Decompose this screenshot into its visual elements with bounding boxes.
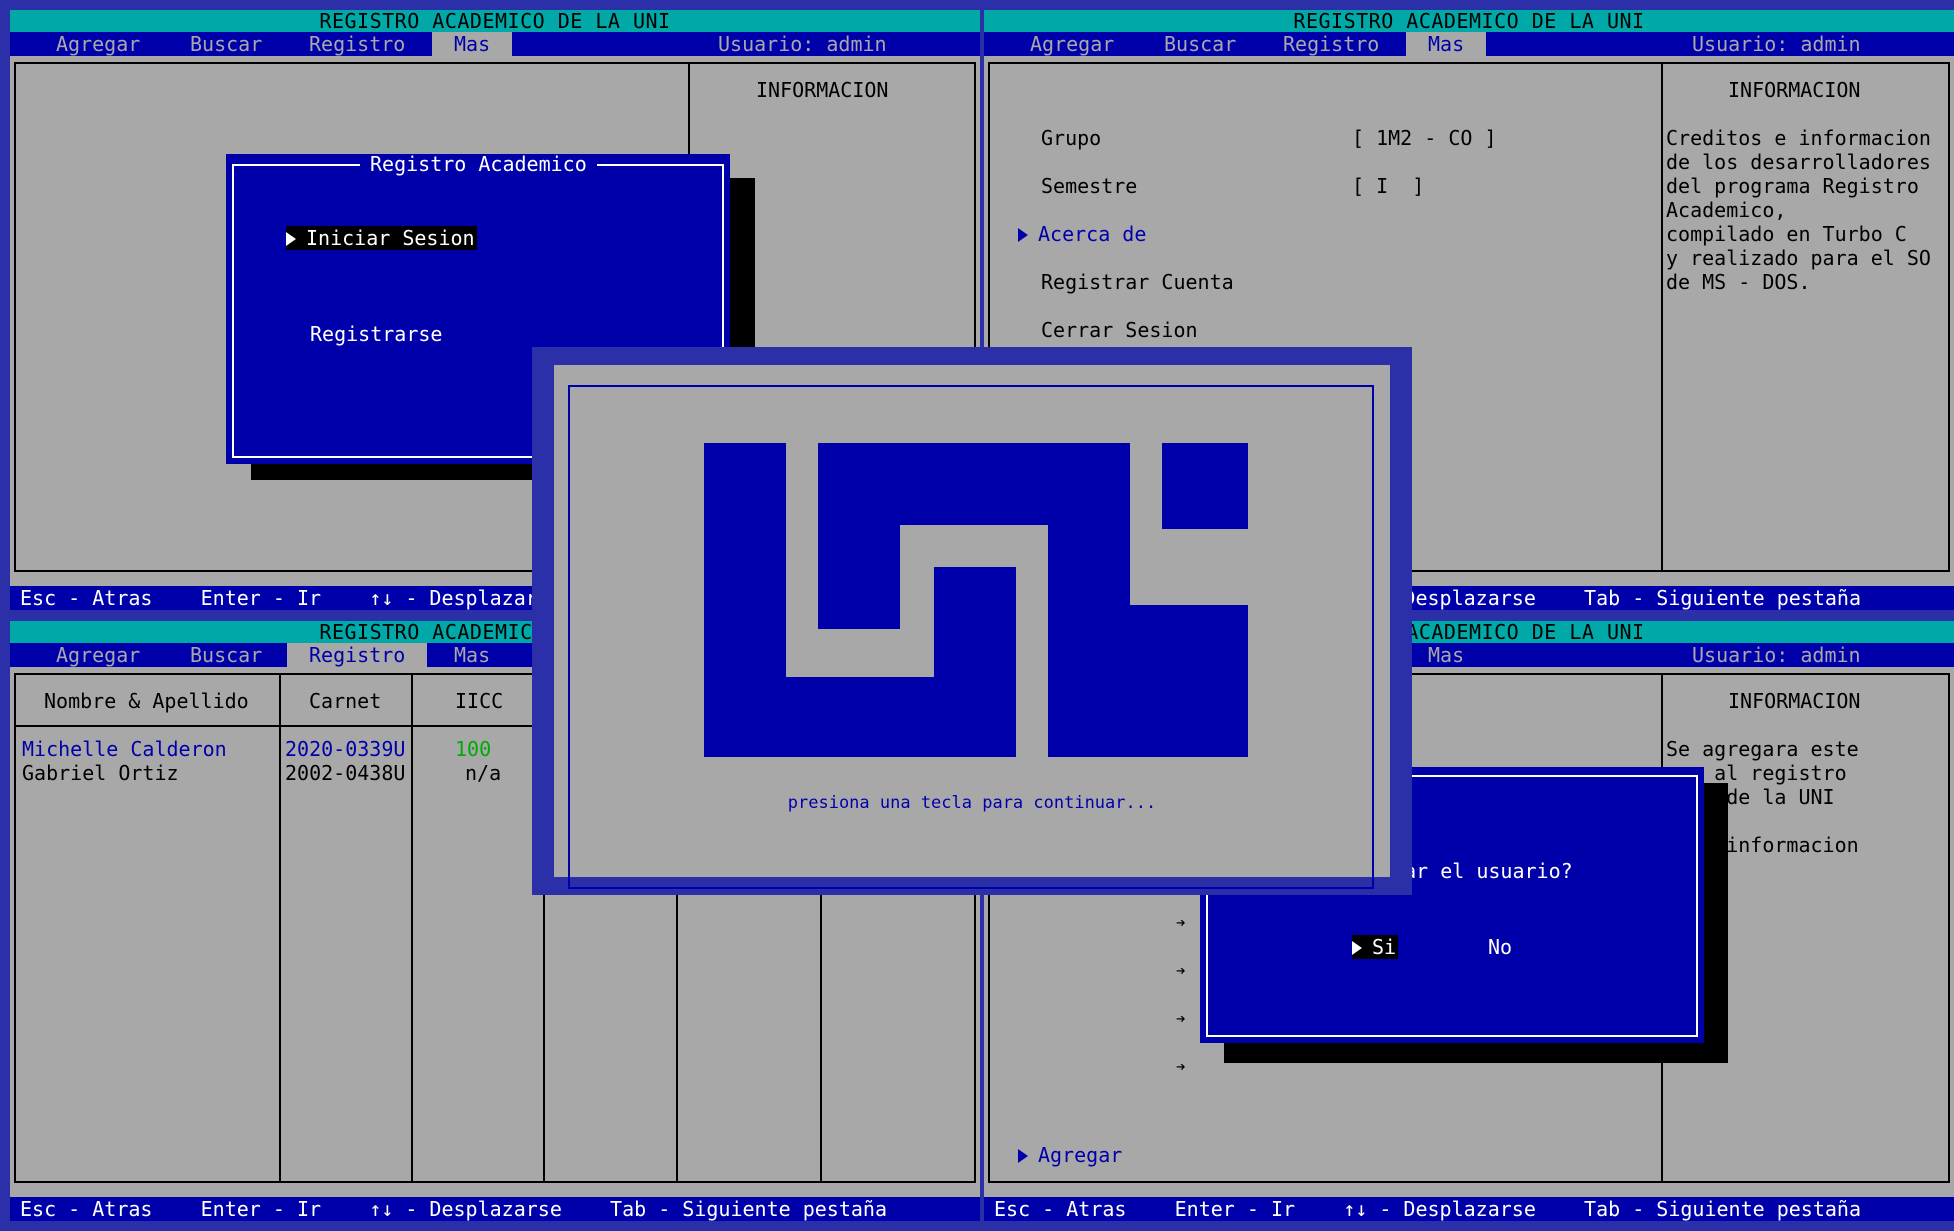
info-line-3: del programa Registro (1666, 174, 1919, 198)
field-arrow-icon: ➔ (1176, 913, 1186, 932)
cell-carnet: 2002-0438U (285, 761, 406, 785)
info-line-4: Academico, (1666, 198, 1787, 222)
status-esc: Esc - Atras (20, 586, 153, 610)
menu-registrar-cuenta[interactable]: Registrar Cuenta (1041, 270, 1234, 294)
menu-acerca-de[interactable]: Acerca de (1018, 222, 1146, 246)
header-name: Nombre & Apellido (44, 689, 249, 713)
dialog-title: Registro Academico (360, 154, 597, 174)
status-enter: Enter - Ir (200, 586, 322, 610)
user-label: Usuario: admin (1692, 643, 1861, 667)
menu-bar: Agregar Buscar Registro Mas Usuario: adm… (984, 32, 1954, 56)
info-line-1: Se agregara este (1666, 737, 1859, 761)
cell-iicc: n/a (465, 761, 502, 785)
status-esc: Esc - Atras (20, 1197, 153, 1221)
cell-iicc: 100 (455, 737, 492, 761)
menu-bar: Agregar Buscar Registro Mas Usuario: adm… (10, 32, 980, 56)
info-title: INFORMACION (1728, 689, 1861, 713)
grupo-value[interactable]: [ 1M2 - CO ] (1352, 126, 1497, 150)
menu-registro[interactable]: Registro (287, 643, 428, 667)
selected-arrow-icon (286, 232, 296, 246)
option-iniciar-sesion[interactable]: Iniciar Sesion (286, 226, 477, 250)
status-tab: Tab - Siguiente pestaña (1584, 1197, 1861, 1221)
grupo-label: Grupo (1041, 126, 1102, 150)
cell-carnet: 2020-0339U (285, 737, 406, 761)
status-bar: Esc - Atras Enter - Ir ↑↓ - Desplazarse … (10, 1197, 980, 1221)
status-enter: Enter - Ir (1174, 1197, 1296, 1221)
status-tab: Tab - Siguiente pestaña (1584, 586, 1861, 610)
cell-name: Gabriel Ortiz (22, 761, 179, 785)
app-title: REGISTRO ACADEMICO DE LA UNI (10, 10, 980, 32)
selected-arrow-icon (1018, 228, 1028, 242)
user-label: Usuario: admin (1692, 32, 1861, 56)
field-arrow-icon: ➔ (1176, 1057, 1186, 1076)
arrow-icon (1018, 1149, 1028, 1163)
column-divider (411, 673, 413, 1183)
menu-mas[interactable]: Mas (432, 32, 513, 56)
menu-mas[interactable]: Mas (1422, 643, 1470, 667)
field-arrow-icon: ➔ (1176, 1009, 1186, 1028)
status-bar: Esc - Atras Enter - Ir ↑↓ - Desplazarse … (984, 1197, 1954, 1221)
menu-buscar[interactable]: Buscar (184, 32, 268, 56)
field-arrow-icon: ➔ (1176, 961, 1186, 980)
info-divider (1661, 62, 1663, 572)
agregar-action[interactable]: Agregar (1018, 1143, 1122, 1167)
status-scroll: ↑↓ - Desplazarse (369, 1197, 562, 1221)
status-esc: Esc - Atras (994, 1197, 1127, 1221)
info-line-2: de los desarrolladores (1666, 150, 1931, 174)
semestre-value[interactable]: [ I ] (1352, 174, 1424, 198)
menu-mas[interactable]: Mas (448, 643, 496, 667)
header-carnet: Carnet (309, 689, 382, 713)
info-title: INFORMACION (1728, 78, 1861, 102)
status-enter: Enter - Ir (200, 1197, 322, 1221)
option-registrarse[interactable]: Registrarse (310, 322, 442, 346)
info-line-7: de MS - DOS. (1666, 270, 1811, 294)
menu-registro[interactable]: Registro (303, 32, 411, 56)
menu-agregar[interactable]: Agregar (50, 32, 146, 56)
info-line-6: y realizado para el SO (1666, 246, 1931, 270)
menu-buscar[interactable]: Buscar (184, 643, 268, 667)
option-si[interactable]: Si (1352, 935, 1399, 959)
info-line-5: compilado en Turbo C (1666, 222, 1907, 246)
column-divider (279, 673, 281, 1183)
user-label: Usuario: admin (718, 32, 887, 56)
menu-buscar[interactable]: Buscar (1158, 32, 1242, 56)
status-tab: Tab - Siguiente pestaña (610, 1197, 887, 1221)
app-title: REGISTRO ACADEMICO DE LA UNI (984, 10, 1954, 32)
menu-agregar[interactable]: Agregar (50, 643, 146, 667)
menu-registro[interactable]: Registro (1277, 32, 1385, 56)
splash-screen: presiona una tecla para continuar... (532, 347, 1412, 895)
cell-name: Michelle Calderon (22, 737, 227, 761)
info-line-1: Creditos e informacion (1666, 126, 1931, 150)
continue-prompt: presiona una tecla para continuar... (787, 793, 1157, 813)
menu-mas[interactable]: Mas (1406, 32, 1487, 56)
menu-cerrar-sesion[interactable]: Cerrar Sesion (1041, 318, 1198, 342)
menu-agregar[interactable]: Agregar (1024, 32, 1120, 56)
selected-arrow-icon (1352, 941, 1362, 955)
option-no[interactable]: No (1488, 935, 1512, 959)
status-scroll: ↑↓ - Desplazarse (1343, 1197, 1536, 1221)
splash-panel: presiona una tecla para continuar... (554, 365, 1390, 889)
header-iicc: IICC (455, 689, 504, 713)
semestre-label: Semestre (1041, 174, 1138, 198)
info-title: INFORMACION (756, 78, 889, 102)
